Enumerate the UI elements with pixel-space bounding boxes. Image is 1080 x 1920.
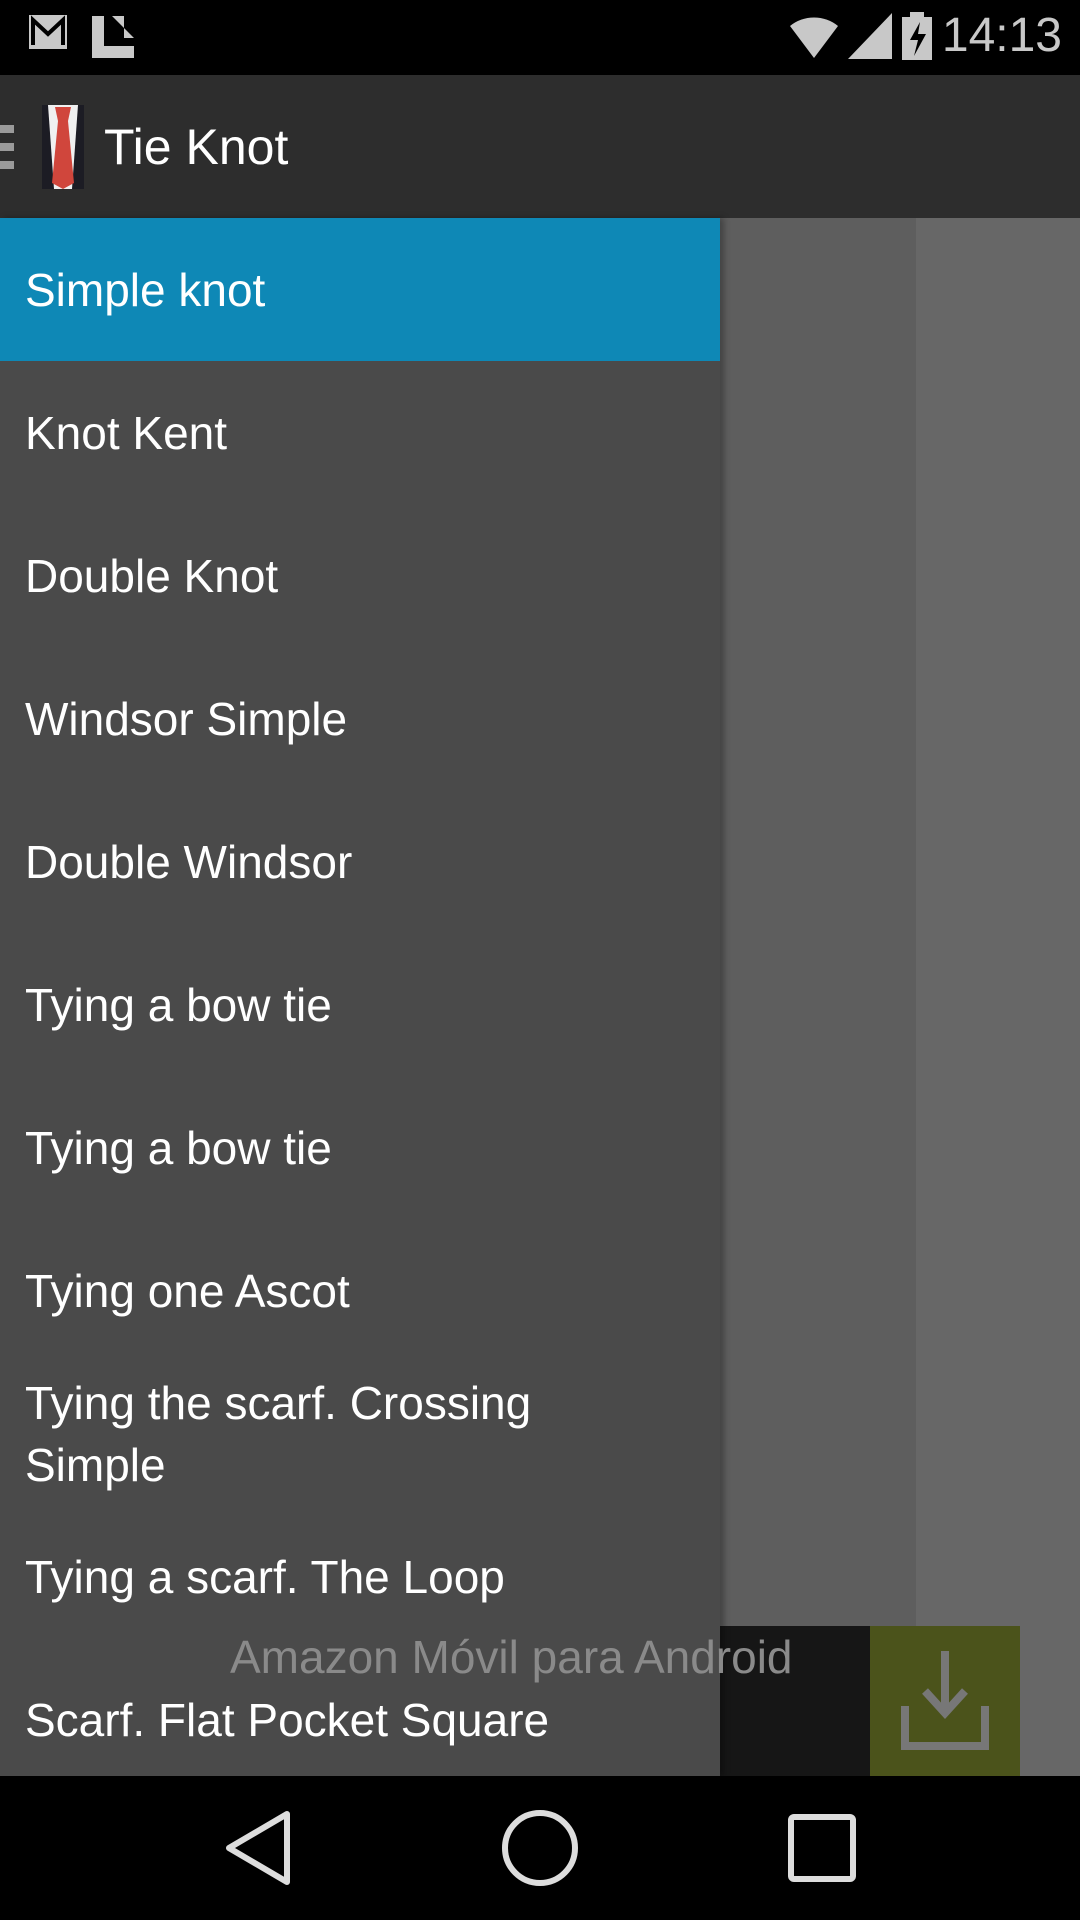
- ad-download-button[interactable]: [870, 1626, 1020, 1776]
- status-bar: 14:13: [0, 0, 1080, 75]
- recents-icon[interactable]: [787, 1813, 857, 1883]
- drawer-item-double-windsor[interactable]: Double Windsor: [0, 790, 720, 933]
- app-bar: Tie Knot: [0, 75, 1080, 218]
- gmail-icon: [29, 15, 67, 49]
- clock: 14:13: [941, 9, 1062, 62]
- navigation-drawer: Simple knot Knot Kent Double Knot Windso…: [0, 218, 720, 1776]
- battery-charging-icon: [901, 11, 932, 60]
- ad-text: Amazon Móvil para Android: [230, 1631, 793, 1683]
- drawer-item-knot-kent[interactable]: Knot Kent: [0, 361, 720, 504]
- drawer-item-ascot[interactable]: Tying one Ascot: [0, 1219, 720, 1362]
- drawer-item-double-knot[interactable]: Double Knot: [0, 504, 720, 647]
- drawer-toggle-icon[interactable]: [0, 124, 14, 169]
- signal-icon: [847, 12, 892, 59]
- tie-logo[interactable]: [42, 104, 84, 189]
- drawer-item-bow-tie-1[interactable]: Tying a bow tie: [0, 933, 720, 1076]
- drawer-item-bow-tie-2[interactable]: Tying a bow tie: [0, 1076, 720, 1219]
- home-icon[interactable]: [500, 1808, 580, 1888]
- notification-icon: [92, 16, 134, 58]
- navigation-bar: [0, 1776, 1080, 1920]
- back-icon[interactable]: [223, 1808, 293, 1888]
- drawer-item-scarf-loop[interactable]: Tying a scarf. The Loop: [0, 1505, 720, 1648]
- drawer-item-simple-knot[interactable]: Simple knot: [0, 218, 720, 361]
- download-icon: [901, 1651, 989, 1750]
- drawer-item-windsor-simple[interactable]: Windsor Simple: [0, 647, 720, 790]
- app-title: Tie Knot: [104, 118, 289, 175]
- wifi-icon: [789, 17, 838, 58]
- content-edge: [916, 218, 1080, 1776]
- drawer-item-scarf-crossing[interactable]: Tying the scarf. Crossing Simple: [0, 1362, 720, 1505]
